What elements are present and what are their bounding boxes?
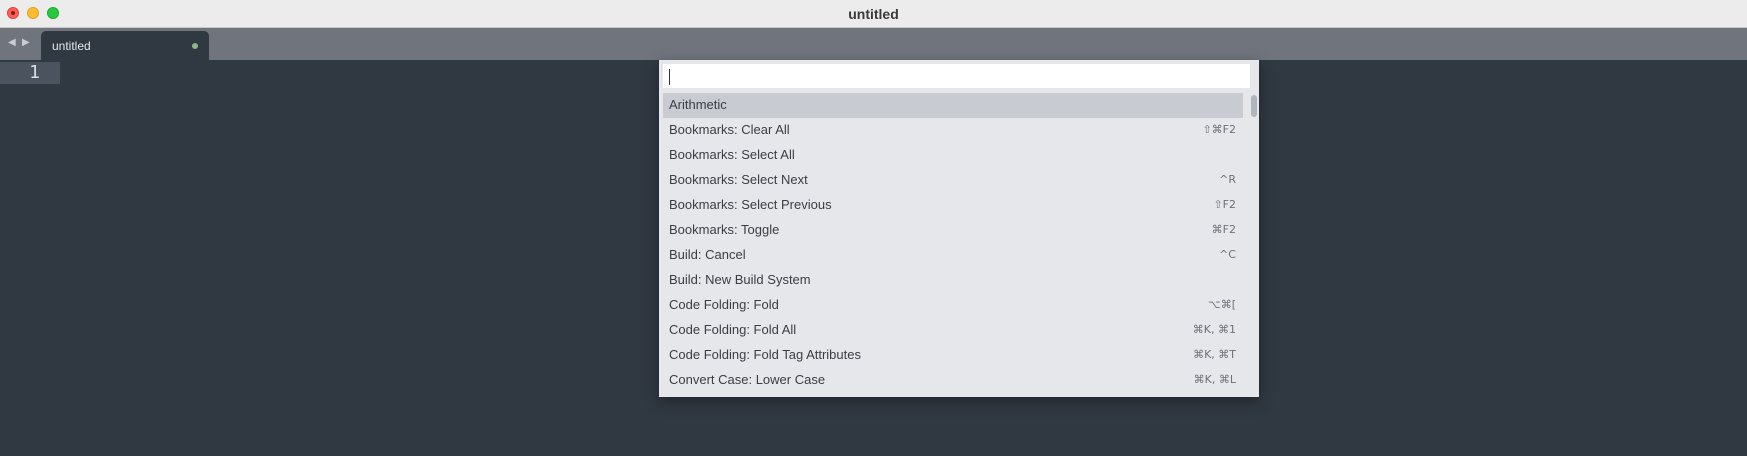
palette-scrollbar[interactable] <box>1251 93 1257 393</box>
command-label: Bookmarks: Select Previous <box>669 197 832 212</box>
command-item[interactable]: Arithmetic <box>663 93 1243 118</box>
command-palette-input[interactable] <box>663 64 1250 88</box>
command-list: Arithmetic Bookmarks: Clear All ⇧⌘F2 Bookma… <box>663 93 1243 397</box>
command-label: Convert Case: Lower Case <box>669 372 826 387</box>
text-caret <box>669 69 670 85</box>
tab-untitled[interactable]: untitled <box>41 31 209 60</box>
command-item[interactable]: Bookmarks: Toggle ⌘F2 <box>663 218 1243 243</box>
command-label: Build: New Build System <box>669 272 811 287</box>
scroll-thumb[interactable] <box>1251 95 1257 117</box>
command-palette: Arithmetic Bookmarks: Clear All ⇧⌘F2 Bookma… <box>659 60 1259 397</box>
command-label: Code Folding: Fold <box>669 297 779 312</box>
command-item[interactable]: Bookmarks: Select Previous ⇧F2 <box>663 193 1243 218</box>
line-number: 1 <box>29 62 40 83</box>
command-label: Arithmetic <box>669 97 727 112</box>
command-item[interactable]: Bookmarks: Select All <box>663 143 1243 168</box>
command-shortcut: ⌘F2 <box>1211 223 1236 236</box>
unsaved-dot-icon[interactable] <box>192 43 198 49</box>
command-item[interactable]: Bookmarks: Clear All ⇧⌘F2 <box>663 118 1243 143</box>
command-item[interactable]: Code Folding: Fold Tag Attributes ⌘K, ⌘T <box>663 343 1243 368</box>
command-shortcut: ⇧F2 <box>1213 198 1236 211</box>
window-title: untitled <box>848 6 899 22</box>
command-item[interactable]: Build: New Build System <box>663 268 1243 293</box>
command-label: Bookmarks: Clear All <box>669 122 790 137</box>
command-shortcut: ⌥⌘[ <box>1208 298 1236 311</box>
tab-label: untitled <box>52 39 91 53</box>
command-label: Build: Cancel <box>669 247 746 262</box>
command-label: Bookmarks: Select Next <box>669 172 808 187</box>
tab-bar: ◀ ▶ untitled <box>0 28 1747 60</box>
command-label: Code Folding: Fold All <box>669 322 797 337</box>
command-label: Bookmarks: Select All <box>669 147 795 162</box>
command-item[interactable]: Bookmarks: Select Next ^R <box>663 168 1243 193</box>
command-shortcut: ^C <box>1219 248 1236 261</box>
command-shortcut: ⌘K, ⌘T <box>1193 348 1236 361</box>
command-shortcut: ⌘K, ⌘L <box>1193 373 1236 386</box>
command-item[interactable]: Convert Case: Lower Case ⌘K, ⌘L <box>663 368 1243 393</box>
command-item[interactable]: Build: Cancel ^C <box>663 243 1243 268</box>
title-bar: untitled <box>0 0 1747 28</box>
command-shortcut: ^R <box>1219 173 1236 186</box>
command-item[interactable]: Code Folding: Fold ⌥⌘[ <box>663 293 1243 318</box>
forward-arrow-icon[interactable]: ▶ <box>22 37 30 49</box>
command-item[interactable]: Code Folding: Fold All ⌘K, ⌘1 <box>663 318 1243 343</box>
command-label: Code Folding: Fold Tag Attributes <box>669 347 861 362</box>
command-shortcut: ⌘K, ⌘1 <box>1192 323 1236 336</box>
command-label: Bookmarks: Toggle <box>669 222 780 237</box>
back-arrow-icon[interactable]: ◀ <box>8 37 16 49</box>
command-shortcut: ⇧⌘F2 <box>1202 123 1236 136</box>
